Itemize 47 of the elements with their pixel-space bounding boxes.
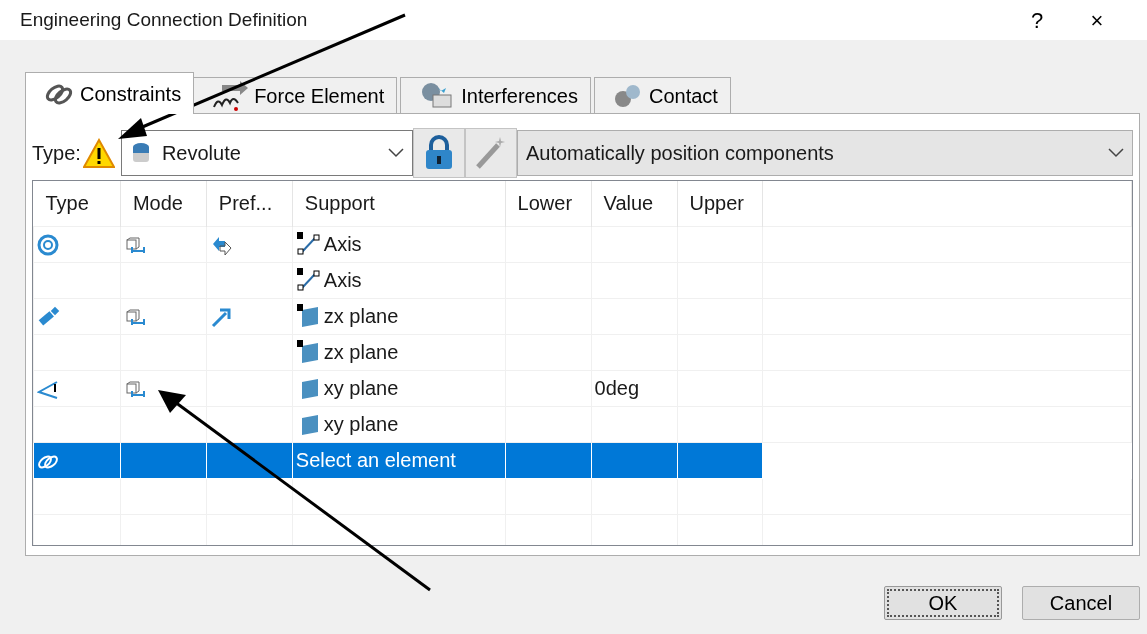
column-header: Upper — [677, 181, 763, 226]
type-label: Type: — [32, 141, 81, 166]
support-text: Axis — [323, 232, 362, 257]
chevron-down-icon — [1108, 148, 1124, 158]
help-button[interactable]: ? — [1007, 3, 1067, 37]
type-dropdown[interactable]: Revolute — [120, 130, 413, 176]
tab[interactable]: Force Element — [193, 77, 398, 113]
column-header: Lower — [505, 181, 592, 226]
contact-icon — [612, 82, 643, 109]
close-button[interactable]: × — [1067, 3, 1127, 37]
mode-icon — [123, 236, 148, 255]
support-text: zx plane — [323, 304, 399, 329]
locked-axis-icon — [295, 232, 320, 256]
positioning-dropdown[interactable]: Automatically position components — [516, 130, 1133, 176]
table-row[interactable]: zx plane — [33, 298, 1132, 334]
lock-button[interactable] — [412, 128, 465, 178]
column-header: Pref... — [206, 181, 293, 226]
ok-button[interactable]: OK — [884, 586, 1002, 620]
mode-icon — [123, 380, 148, 399]
table-row[interactable]: Select an element — [33, 442, 1132, 478]
tab[interactable]: Constraints — [25, 72, 195, 114]
tab[interactable]: Contact — [593, 77, 731, 113]
locked-axis-icon — [295, 268, 320, 292]
column-header: Value — [591, 181, 677, 226]
value-text: 0deg — [594, 377, 640, 399]
support-text: xy plane — [323, 412, 399, 437]
cancel-button[interactable]: Cancel — [1022, 586, 1140, 620]
column-header: Support — [292, 181, 506, 226]
table-row[interactable]: xy plane — [33, 406, 1132, 442]
support-text: Axis — [323, 268, 362, 293]
force-icon — [212, 80, 249, 111]
locked-plane-icon — [295, 340, 320, 364]
lock-icon — [423, 135, 454, 171]
column-header: Mode — [120, 181, 207, 226]
window-title: Engineering Connection Definition — [20, 7, 309, 32]
mode-icon — [123, 308, 148, 327]
tab[interactable]: Interferences — [400, 77, 591, 113]
table-row[interactable]: Axis — [33, 226, 1132, 262]
table-row[interactable]: zx plane — [33, 334, 1132, 370]
chevron-down-icon — [387, 148, 404, 158]
table-row[interactable]: Axis — [33, 262, 1132, 298]
support-text: Select an element — [295, 448, 456, 473]
locked-plane-icon — [295, 304, 320, 328]
coaxial-icon — [37, 233, 61, 258]
support-text: xy plane — [323, 376, 399, 401]
support-text: zx plane — [323, 340, 399, 365]
column-header: Type — [33, 181, 121, 226]
